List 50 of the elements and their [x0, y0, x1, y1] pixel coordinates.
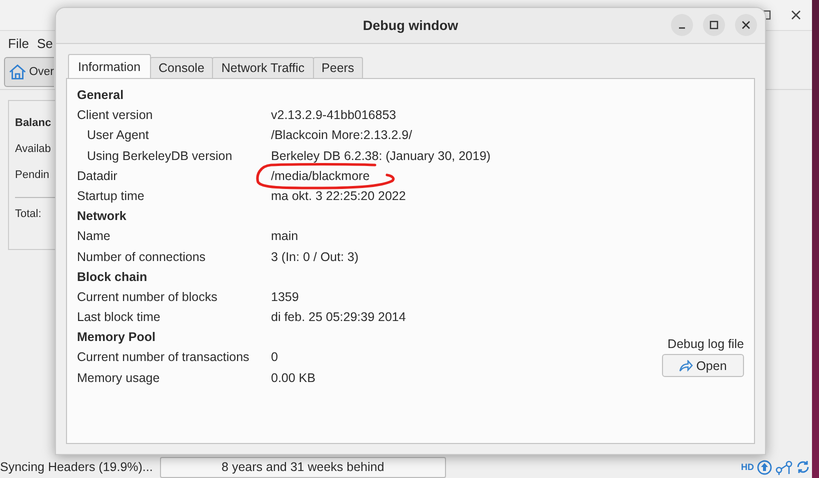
- close-icon[interactable]: [790, 9, 802, 21]
- tab[interactable]: Information: [68, 54, 151, 78]
- info-label: Current number of transactions: [77, 349, 250, 366]
- tab[interactable]: Network Traffic: [212, 57, 314, 78]
- maximize-icon[interactable]: [703, 14, 725, 36]
- info-label: Number of connections: [77, 248, 207, 266]
- window-title: Debug window: [362, 18, 458, 33]
- info-value: /Blackcoin More:2.13.2.9/: [271, 128, 412, 142]
- sync-status: Syncing Headers (19.9%)...: [0, 460, 153, 474]
- tab[interactable]: Console: [150, 57, 214, 78]
- info-value: 0: [271, 350, 278, 364]
- info-value: /media/blackmore: [271, 168, 370, 183]
- info-value: 0.00 KB: [271, 370, 316, 385]
- balance-label: Pendin: [15, 169, 50, 183]
- section-heading: Block chain: [77, 268, 148, 286]
- total-label: Total:: [15, 208, 42, 222]
- info-label: User Agent: [86, 127, 150, 144]
- tab[interactable]: Peers: [312, 57, 364, 78]
- info-value: 1359: [271, 290, 299, 304]
- hd-wallet-label: HD: [741, 462, 754, 472]
- open-button[interactable]: Open: [662, 354, 744, 377]
- debug-log-label: Debug log file: [668, 337, 744, 351]
- menu-item[interactable]: Se: [36, 36, 53, 50]
- sync-icon: [796, 460, 810, 474]
- balance-label: Availab: [15, 143, 52, 157]
- info-value: Berkeley DB 6.2.38: (January 30, 2019): [271, 148, 491, 163]
- info-label: Name: [77, 228, 112, 246]
- info-label: Current number of blocks: [77, 288, 218, 306]
- house-icon: [8, 63, 28, 81]
- sync-progress-bar: 8 years and 31 weeks behind: [160, 456, 446, 478]
- share-arrow-icon: [679, 360, 694, 372]
- info-value: 3 (In: 0 / Out: 3): [271, 250, 359, 264]
- info-value: ma okt. 3 22:25:20 2022: [271, 188, 406, 203]
- info-label: Memory usage: [77, 370, 161, 387]
- info-label: Last block time: [77, 309, 162, 326]
- menu-item[interactable]: File: [8, 36, 29, 50]
- info-label: Client version: [77, 107, 154, 124]
- info-value: di feb. 25 05:29:39 2014: [271, 310, 406, 324]
- section-heading: Memory Pool: [77, 329, 156, 346]
- toolbar-button[interactable]: Over: [4, 57, 54, 87]
- balance-heading: Balanc: [15, 117, 52, 131]
- info-label: Datadir: [77, 168, 118, 185]
- info-label: Using BerkeleyDB version: [86, 148, 234, 165]
- info-label: Startup time: [77, 188, 146, 205]
- network-nodes-icon: [775, 460, 793, 474]
- section-heading: Network: [77, 208, 128, 226]
- section-heading: General: [77, 87, 125, 104]
- info-value: main: [271, 229, 298, 244]
- info-value: v2.13.2.9-41bb016853: [271, 108, 396, 122]
- close-icon[interactable]: [735, 14, 757, 36]
